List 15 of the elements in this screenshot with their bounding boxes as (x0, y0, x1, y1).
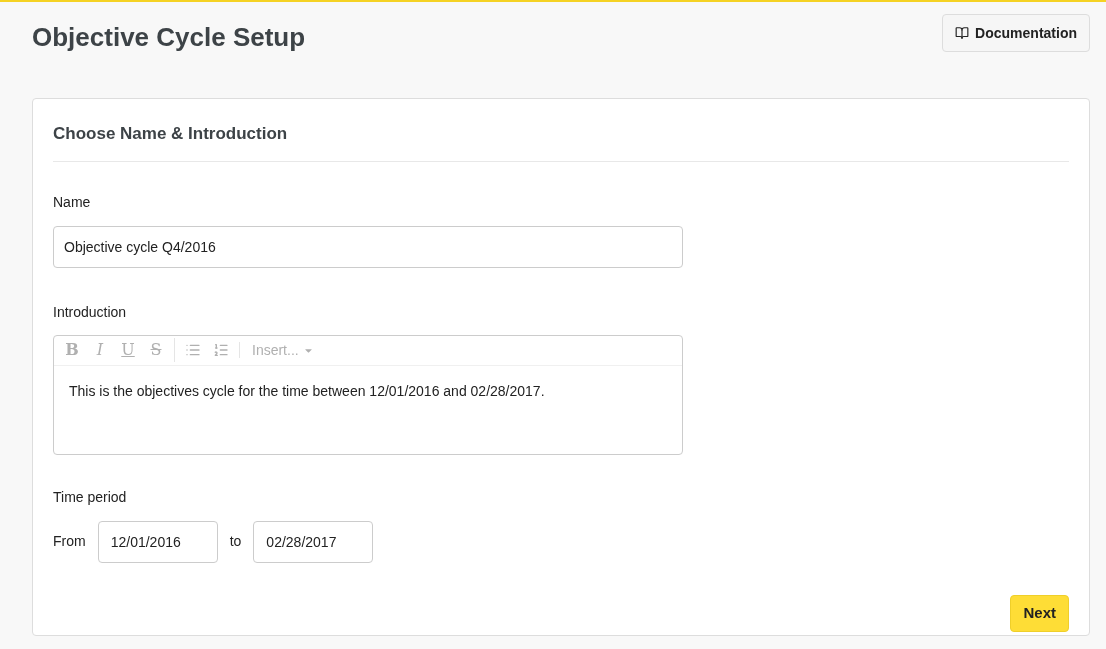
editor-text: This is the objectives cycle for the time between 12/01/2016 and 02/28/2017. (68, 381, 546, 401)
book-icon (955, 26, 970, 40)
field-label: Name (53, 192, 92, 212)
page-title: Objective Cycle Setup (32, 21, 306, 54)
name-input[interactable]: Objective cycle Q4/2016 (53, 225, 683, 268)
field-label: Time period (53, 487, 128, 507)
documentation-button[interactable]: Documentation (942, 14, 1090, 52)
to-date-input[interactable]: 02/28/2017 (253, 520, 374, 563)
field-label: Introduction (53, 302, 128, 322)
from-label: From (53, 532, 86, 551)
to-label: to (229, 532, 242, 551)
from-date-input[interactable]: 12/01/2016 (97, 520, 218, 563)
card-heading: Choose Name & Introduction (53, 99, 1069, 162)
rich-text-editor[interactable]: B I U S Insert... This is the objectives cycle for the time between 12/01/2016 and 02/28/2017. (53, 334, 683, 455)
next-button[interactable]: Next (1010, 594, 1069, 632)
